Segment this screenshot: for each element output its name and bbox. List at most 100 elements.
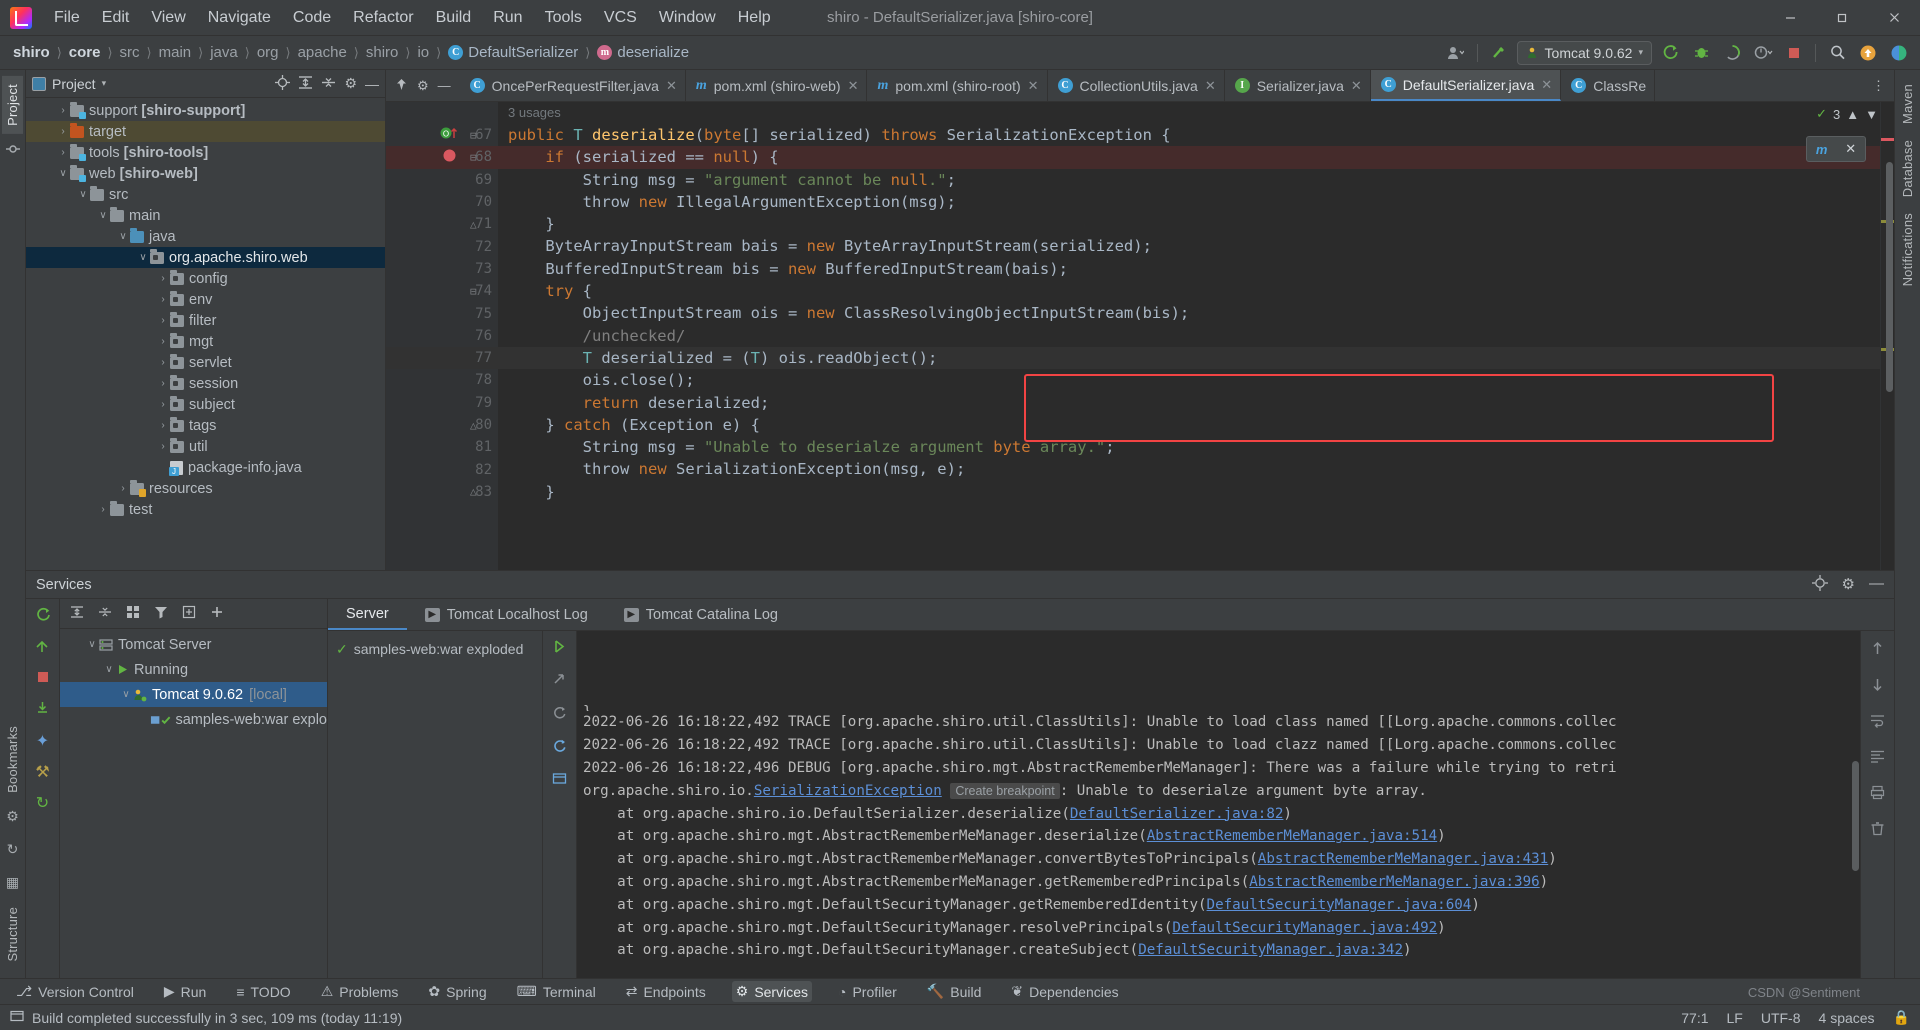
- project-tree-node[interactable]: › filter: [26, 310, 385, 331]
- console-line[interactable]: at org.apache.shiro.io.DefaultSerializer…: [583, 803, 1860, 826]
- project-tree-node[interactable]: › mgt: [26, 331, 385, 352]
- project-tree-node[interactable]: ∨ main: [26, 205, 385, 226]
- console-line[interactable]: at org.apache.shiro.mgt.DefaultSecurityM…: [583, 939, 1860, 962]
- console-link[interactable]: DefaultSecurityManager.java:342: [1138, 942, 1403, 958]
- code-fold-marker[interactable]: ⊟: [470, 285, 477, 298]
- stop-button[interactable]: [1781, 41, 1807, 65]
- breadcrumb-item-class[interactable]: C DefaultSerializer: [443, 42, 583, 63]
- breadcrumb-item-shiro2[interactable]: shiro: [361, 42, 404, 63]
- maximize-button[interactable]: [1816, 0, 1868, 36]
- run-instance-item[interactable]: ✓ samples-web:war exploded: [328, 637, 542, 661]
- project-tree-node[interactable]: › subject: [26, 394, 385, 415]
- rerun-icon[interactable]: [552, 639, 567, 659]
- editor-tab[interactable]: m pom.xml (shiro-root) ✕: [867, 70, 1048, 101]
- breadcrumb[interactable]: shiro ⟩ core ⟩ src ⟩ main ⟩ java ⟩ org ⟩…: [8, 42, 694, 63]
- project-tree-node[interactable]: › test: [26, 499, 385, 520]
- update-icon[interactable]: [552, 738, 567, 758]
- tree-expand-arrow[interactable]: ›: [136, 714, 150, 725]
- breadcrumb-item-method[interactable]: m deserialize: [592, 42, 694, 63]
- close-icon[interactable]: ✕: [1845, 141, 1856, 157]
- project-tree-node[interactable]: › support [shiro-support]: [26, 100, 385, 121]
- close-tab-icon[interactable]: ✕: [848, 78, 859, 94]
- code-line[interactable]: return deserialized;: [498, 392, 1880, 414]
- tool-window-button-services[interactable]: ⚙ Services: [731, 981, 812, 1002]
- services-tab[interactable]: ▶ Tomcat Localhost Log: [407, 599, 606, 630]
- tree-expand-arrow[interactable]: ›: [156, 462, 170, 473]
- scroll-down-icon[interactable]: [1870, 677, 1885, 697]
- console-link[interactable]: DefaultSecurityManager.java:604: [1207, 897, 1472, 913]
- code-line[interactable]: String msg = "argument cannot be null.";: [498, 169, 1880, 191]
- add-service-icon[interactable]: [210, 605, 224, 622]
- line-separator[interactable]: LF: [1727, 1010, 1743, 1026]
- services-tree-node[interactable]: ∨ Running: [60, 657, 327, 682]
- code-fold-marker[interactable]: ⊟: [470, 151, 477, 164]
- services-tab-bar[interactable]: Server ▶ Tomcat Localhost Log ▶ Tomcat Catal…: [328, 599, 1894, 631]
- menu-run[interactable]: Run: [483, 5, 532, 31]
- code-line[interactable]: BufferedInputStream bis = new BufferedIn…: [498, 258, 1880, 280]
- collapse-all-icon[interactable]: [98, 605, 112, 622]
- profiler-button[interactable]: [1750, 41, 1776, 65]
- coverage-button[interactable]: [1719, 41, 1745, 65]
- chevron-up-icon[interactable]: ▲: [1846, 107, 1859, 122]
- gutter-line[interactable]: 69: [386, 169, 498, 191]
- breakpoint-icon[interactable]: [442, 148, 457, 167]
- locate-file-icon[interactable]: [275, 74, 291, 93]
- soft-wrap-icon[interactable]: [1870, 713, 1885, 733]
- tree-expand-arrow[interactable]: ›: [156, 420, 170, 431]
- menu-edit[interactable]: Edit: [92, 5, 140, 31]
- tree-expand-arrow[interactable]: ∨: [102, 664, 116, 675]
- usages-hint[interactable]: 3 usages: [498, 102, 1880, 124]
- console-line[interactable]: at org.apache.shiro.mgt.AbstractRemember…: [583, 825, 1860, 848]
- console-link[interactable]: AbstractRememberMeManager.java:514: [1147, 828, 1437, 844]
- tool-window-button-problems[interactable]: ⚠ Problems: [317, 981, 403, 1002]
- breadcrumb-item-shiro[interactable]: shiro: [8, 42, 55, 63]
- close-tab-icon[interactable]: ✕: [1351, 78, 1362, 94]
- console-line[interactable]: 2022-06-26 16:18:22,492 TRACE [org.apach…: [583, 734, 1860, 757]
- clear-all-icon[interactable]: [1870, 821, 1885, 841]
- group-icon[interactable]: [126, 605, 140, 622]
- menu-tools[interactable]: Tools: [535, 5, 592, 31]
- tool-window-button-todo[interactable]: ≡ TODO: [232, 982, 294, 1002]
- indent-setting[interactable]: 4 spaces: [1819, 1010, 1875, 1026]
- gutter-line[interactable]: O ⊟ 67: [386, 124, 498, 146]
- tree-expand-arrow[interactable]: ∨: [76, 189, 90, 200]
- stop-icon[interactable]: [36, 670, 50, 689]
- editor-tab[interactable]: C DefaultSerializer.java ✕: [1370, 70, 1562, 101]
- browser-icon[interactable]: [552, 771, 567, 791]
- ide-feature-icon[interactable]: [1886, 41, 1912, 65]
- caret-position[interactable]: 77:1: [1681, 1010, 1708, 1026]
- rail-tab-project[interactable]: Project: [2, 76, 23, 134]
- tree-expand-arrow[interactable]: ›: [156, 378, 170, 389]
- console-line[interactable]: at org.apache.shiro.mgt.AbstractRemember…: [583, 848, 1860, 871]
- tree-expand-arrow[interactable]: ›: [156, 294, 170, 305]
- rail-tab-maven[interactable]: Maven: [1897, 76, 1918, 132]
- gutter-line[interactable]: △ 71: [386, 213, 498, 235]
- chevron-down-icon[interactable]: ▼: [1865, 107, 1878, 122]
- refresh-icon[interactable]: ↻: [7, 841, 19, 858]
- console-scrollbar-thumb[interactable]: [1852, 761, 1859, 871]
- editor-tab-bar[interactable]: ⚙ — C OncePerRequestFilter.java ✕ m pom.xml (s…: [386, 70, 1894, 102]
- editor-scrollbar-thumb[interactable]: [1886, 162, 1893, 392]
- gutter-line[interactable]: 75: [386, 302, 498, 324]
- editor-gutter[interactable]: O ⊟ 67 ⊟ 68 69 70 △ 71 72 73 ⊟ 74 75 76 77 78 79 △ 80 81 82 △ 8…: [386, 102, 498, 570]
- redeploy-icon[interactable]: [552, 672, 567, 692]
- debug-button[interactable]: [1688, 41, 1714, 65]
- menu-window[interactable]: Window: [649, 5, 726, 31]
- wrench-icon[interactable]: ⚒: [35, 762, 49, 782]
- project-tree-node[interactable]: › env: [26, 289, 385, 310]
- tool-window-button-spring[interactable]: ✿ Spring: [424, 981, 490, 1002]
- menu-file[interactable]: File: [44, 5, 90, 31]
- export-icon[interactable]: [35, 700, 50, 720]
- tool-window-button-profiler[interactable]: ◔ Profiler: [834, 982, 901, 1002]
- tree-expand-arrow[interactable]: ›: [56, 147, 70, 158]
- run-button[interactable]: [1657, 41, 1683, 65]
- console-link[interactable]: AbstractRememberMeManager.java:431: [1258, 851, 1548, 867]
- tree-expand-arrow[interactable]: ∨: [56, 168, 70, 179]
- services-tree[interactable]: ∨ Tomcat Server ∨ Running ∨ Tomcat 9.0.62 [loc…: [60, 629, 327, 978]
- settings-gear-icon[interactable]: ✦: [36, 731, 49, 751]
- create-breakpoint-chip[interactable]: Create breakpoint: [950, 782, 1060, 799]
- breadcrumb-item-org[interactable]: org: [252, 42, 284, 63]
- project-tree-node[interactable]: › target: [26, 121, 385, 142]
- gutter-line[interactable]: 73: [386, 258, 498, 280]
- editor-tab[interactable]: I Serializer.java ✕: [1225, 70, 1371, 101]
